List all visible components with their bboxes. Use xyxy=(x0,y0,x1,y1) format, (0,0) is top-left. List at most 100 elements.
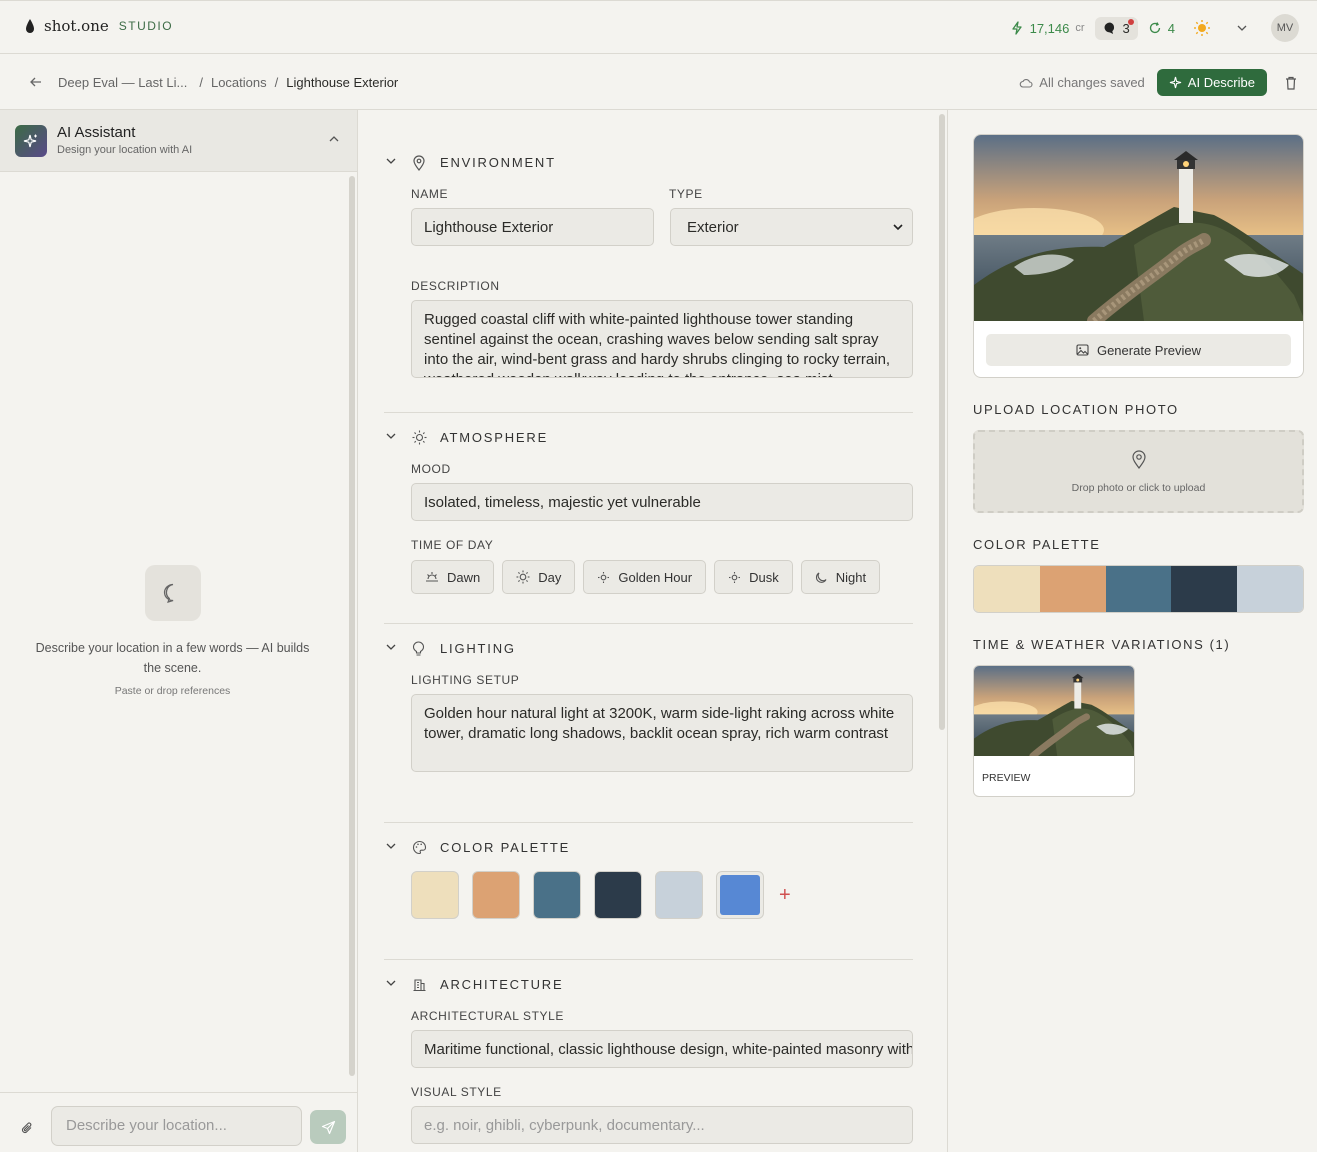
palette-strip xyxy=(973,565,1304,613)
add-color-icon[interactable]: + xyxy=(779,884,791,907)
type-label: TYPE xyxy=(669,187,703,201)
generate-preview-button[interactable]: Generate Preview xyxy=(986,334,1291,366)
notification-dot xyxy=(1127,18,1134,25)
ai-assistant-header[interactable]: AI Assistant Design your location with A… xyxy=(0,110,357,172)
sub-bar: Deep Eval — Last Li... / Locations / Lig… xyxy=(0,54,1317,110)
tod-golden-hour-button[interactable]: Golden Hour xyxy=(583,560,707,594)
chevron-down-icon xyxy=(386,644,396,650)
variation-card[interactable]: PREVIEW xyxy=(973,665,1135,797)
chevron-down-icon[interactable] xyxy=(1235,21,1249,35)
swatch-1[interactable] xyxy=(472,871,520,919)
swatch-2[interactable] xyxy=(533,871,581,919)
tod-dawn-button[interactable]: Dawn xyxy=(411,560,495,594)
swatch-color-picker[interactable] xyxy=(716,871,764,919)
swatch-0[interactable] xyxy=(411,871,459,919)
name-label: NAME xyxy=(411,187,449,201)
credits-display[interactable]: 17,146 cr xyxy=(1010,21,1085,36)
preview-panel: Generate Preview UPLOAD LOCATION PHOTO D… xyxy=(949,110,1317,1152)
sun-theme-icon[interactable] xyxy=(1193,19,1211,37)
section-atmosphere-title: ATMOSPHERE xyxy=(440,430,549,445)
sun-small-icon xyxy=(729,571,741,583)
avatar[interactable]: MV xyxy=(1271,14,1299,42)
description-label: DESCRIPTION xyxy=(411,279,500,293)
tod-day-button[interactable]: Day xyxy=(502,560,576,594)
back-arrow-icon[interactable] xyxy=(28,74,44,90)
tod-dusk-button[interactable]: Dusk xyxy=(714,560,793,594)
mood-input[interactable]: Isolated, timeless, majestic yet vulnera… xyxy=(411,483,913,521)
chat-bubble-icon xyxy=(1104,22,1114,34)
visual-style-input[interactable]: e.g. noir, ghibli, cyberpunk, documentar… xyxy=(411,1106,913,1144)
section-environment-title: ENVIRONMENT xyxy=(440,155,556,170)
palette-strip-color xyxy=(1039,566,1106,612)
lightbulb-icon xyxy=(412,641,425,656)
sun-icon xyxy=(412,430,427,445)
send-button[interactable] xyxy=(310,1110,346,1144)
swatch-3[interactable] xyxy=(594,871,642,919)
lighthouse-preview-image[interactable] xyxy=(974,135,1304,328)
sync-status[interactable]: 4 xyxy=(1148,21,1175,36)
chevron-up-icon[interactable] xyxy=(327,132,341,146)
save-status: All changes saved xyxy=(1019,75,1145,90)
ai-describe-label: AI Describe xyxy=(1187,75,1255,90)
preview-card: Generate Preview xyxy=(973,134,1304,378)
chevron-down-icon xyxy=(386,980,396,986)
brand-studio: STUDIO xyxy=(118,19,174,33)
variation-label: PREVIEW xyxy=(982,772,1031,784)
section-architecture-header[interactable]: ARCHITECTURE xyxy=(384,976,563,993)
type-select-value: Exterior xyxy=(687,218,739,236)
ai-assistant-subtitle: Design your location with AI xyxy=(57,144,193,156)
section-palette-header[interactable]: COLOR PALETTE xyxy=(384,839,570,856)
upload-dropzone[interactable]: Drop photo or click to upload xyxy=(973,430,1304,513)
moon-icon xyxy=(815,572,827,583)
ai-assistant-title: AI Assistant xyxy=(57,124,136,141)
map-pin-icon xyxy=(413,154,425,171)
paperclip-icon[interactable] xyxy=(20,1121,34,1135)
tod-day-label: Day xyxy=(538,569,562,585)
chat-input[interactable]: Describe your location... xyxy=(51,1106,302,1146)
variation-thumbnail-image xyxy=(974,666,1134,760)
section-atmosphere-header[interactable]: ATMOSPHERE xyxy=(384,429,548,446)
tod-night-label: Night xyxy=(835,569,867,585)
trash-icon[interactable] xyxy=(1283,75,1299,91)
breadcrumb-project[interactable]: Deep Eval — Last Li... xyxy=(58,75,187,90)
cloud-icon xyxy=(1020,78,1033,88)
scrollbar[interactable] xyxy=(349,176,355,1076)
sunrise-icon xyxy=(426,572,438,582)
picker-fill xyxy=(720,875,760,915)
image-icon xyxy=(1076,344,1089,356)
palette-strip-color xyxy=(974,566,1040,612)
empty-state-hint: Paste or drop references xyxy=(114,685,231,697)
section-lighting-title: LIGHTING xyxy=(440,641,516,656)
architectural-style-label: ARCHITECTURAL STYLE xyxy=(411,1009,564,1023)
logo-drop-icon xyxy=(26,19,34,33)
time-of-day-label: TIME OF DAY xyxy=(411,538,494,552)
type-select[interactable]: Exterior xyxy=(670,208,913,246)
swatch-4[interactable] xyxy=(655,871,703,919)
tod-night-button[interactable]: Night xyxy=(800,560,881,594)
name-input[interactable]: Lighthouse Exterior xyxy=(411,208,654,246)
breadcrumb-locations[interactable]: Locations xyxy=(211,75,267,90)
building-icon xyxy=(413,979,426,992)
divider xyxy=(384,623,913,624)
lightning-icon xyxy=(1011,21,1022,35)
visual-style-label: VISUAL STYLE xyxy=(411,1085,502,1099)
top-bar: shot.one STUDIO 17,146 cr 3 4 MV xyxy=(0,0,1317,54)
palette-strip-color xyxy=(1105,566,1172,612)
palette-icon xyxy=(412,840,427,855)
architectural-style-input[interactable]: Maritime functional, classic lighthouse … xyxy=(411,1030,913,1068)
section-lighting-header[interactable]: LIGHTING xyxy=(384,640,516,657)
section-environment-header[interactable]: ENVIRONMENT xyxy=(384,154,556,171)
ai-describe-button[interactable]: AI Describe xyxy=(1156,69,1267,96)
breadcrumb: Deep Eval — Last Li... / Locations / Lig… xyxy=(28,74,398,90)
description-textarea[interactable]: Rugged coastal cliff with white-painted … xyxy=(411,300,913,378)
logo[interactable]: shot.one STUDIO xyxy=(24,17,173,35)
scrollbar[interactable] xyxy=(939,114,945,730)
messages-button[interactable]: 3 xyxy=(1094,16,1138,40)
lighting-setup-textarea[interactable]: Golden hour natural light at 3200K, warm… xyxy=(411,694,913,772)
lighting-setup-text: Golden hour natural light at 3200K, warm… xyxy=(424,705,895,742)
tod-dawn-label: Dawn xyxy=(447,569,481,585)
chevron-down-icon xyxy=(893,224,903,231)
chevron-down-icon xyxy=(386,843,396,849)
lighting-setup-label: LIGHTING SETUP xyxy=(411,673,520,687)
chevron-down-icon xyxy=(386,158,396,164)
